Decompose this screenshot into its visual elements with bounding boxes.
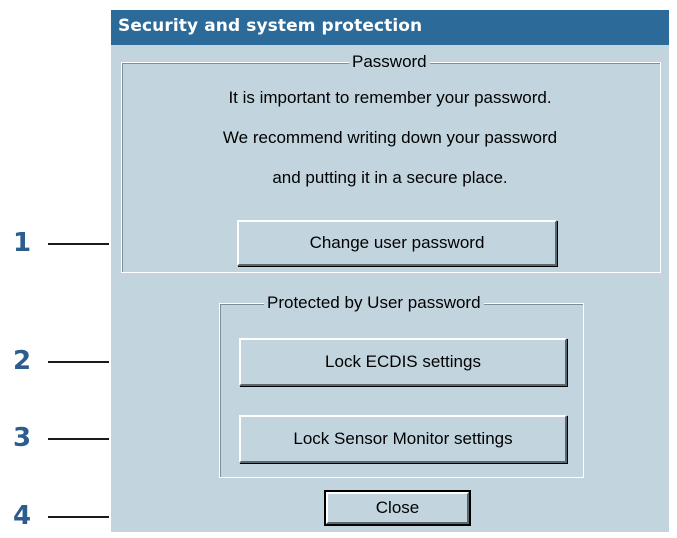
title-bar: Security and system protection [111,10,669,45]
callout-number-3: 3 [13,423,32,453]
close-button[interactable]: Close [324,490,471,526]
protected-group-legend: Protected by User password [264,293,484,313]
callout-number-4: 4 [13,501,32,531]
callout-number-1: 1 [13,228,32,258]
change-password-button[interactable]: Change user password [237,220,557,266]
dialog-title: Security and system protection [118,16,423,36]
security-dialog: Security and system protection Password … [109,10,669,532]
callout-number-2: 2 [13,346,32,376]
password-info-line-1: It is important to remember your passwor… [228,88,552,107]
lock-ecdis-settings-button[interactable]: Lock ECDIS settings [239,338,567,386]
password-info-line-3: and putting it in a secure place. [272,168,508,187]
password-info-line-2: We recommend writing down your password [222,128,558,147]
password-group-legend: Password [349,52,430,72]
lock-sensor-monitor-settings-button[interactable]: Lock Sensor Monitor settings [239,415,567,463]
